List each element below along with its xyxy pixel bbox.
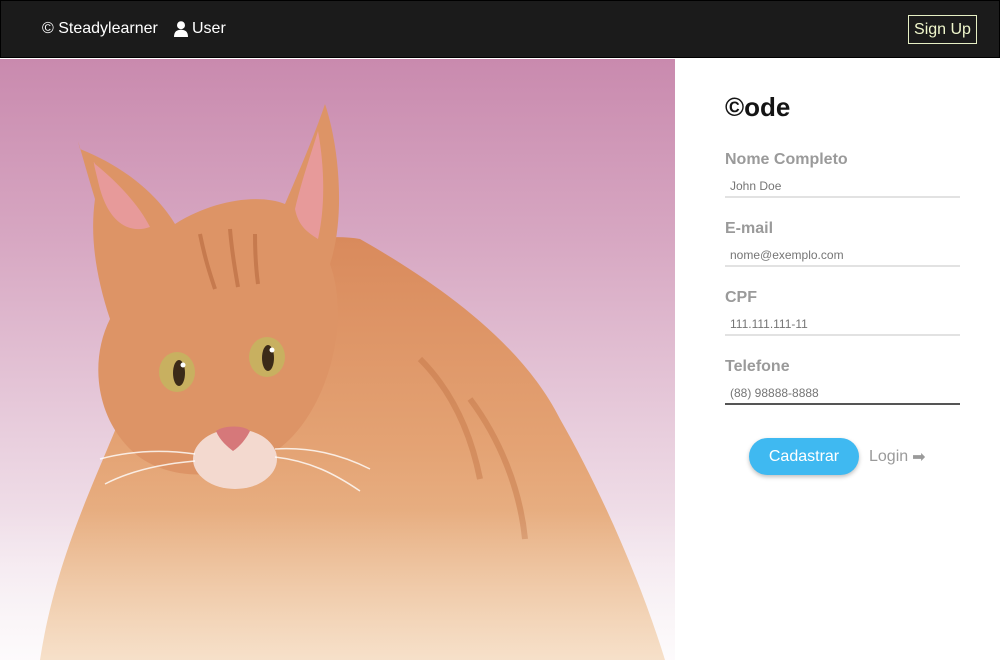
cat-illustration — [0, 59, 675, 660]
user-icon — [174, 21, 188, 37]
full-name-field: Nome Completo — [725, 150, 960, 198]
cpf-field: CPF — [725, 288, 960, 336]
full-name-input[interactable] — [725, 176, 960, 198]
login-link[interactable]: Login ➡ — [869, 447, 926, 467]
email-input[interactable] — [725, 245, 960, 267]
login-label: Login — [869, 447, 909, 465]
email-field: E-mail — [725, 219, 960, 267]
form-actions: Cadastrar Login ➡ — [749, 438, 926, 475]
submit-button[interactable]: Cadastrar — [749, 438, 859, 475]
top-navbar: © Steadylearner User Sign Up — [0, 0, 1000, 58]
form-title: ©ode — [725, 92, 791, 122]
phone-label: Telefone — [725, 358, 790, 375]
signup-button[interactable]: Sign Up — [908, 15, 977, 44]
arrow-right-icon: ➡ — [912, 448, 926, 466]
user-label: User — [192, 20, 226, 37]
full-name-label: Nome Completo — [725, 151, 848, 168]
user-link[interactable]: User — [174, 20, 226, 38]
hero-cat-image — [0, 59, 675, 660]
phone-input[interactable] — [725, 383, 960, 405]
email-label: E-mail — [725, 220, 774, 237]
cpf-label: CPF — [725, 289, 757, 306]
phone-field: Telefone — [725, 357, 960, 405]
brand-link[interactable]: © Steadylearner — [42, 20, 158, 38]
cpf-input[interactable] — [725, 314, 960, 336]
